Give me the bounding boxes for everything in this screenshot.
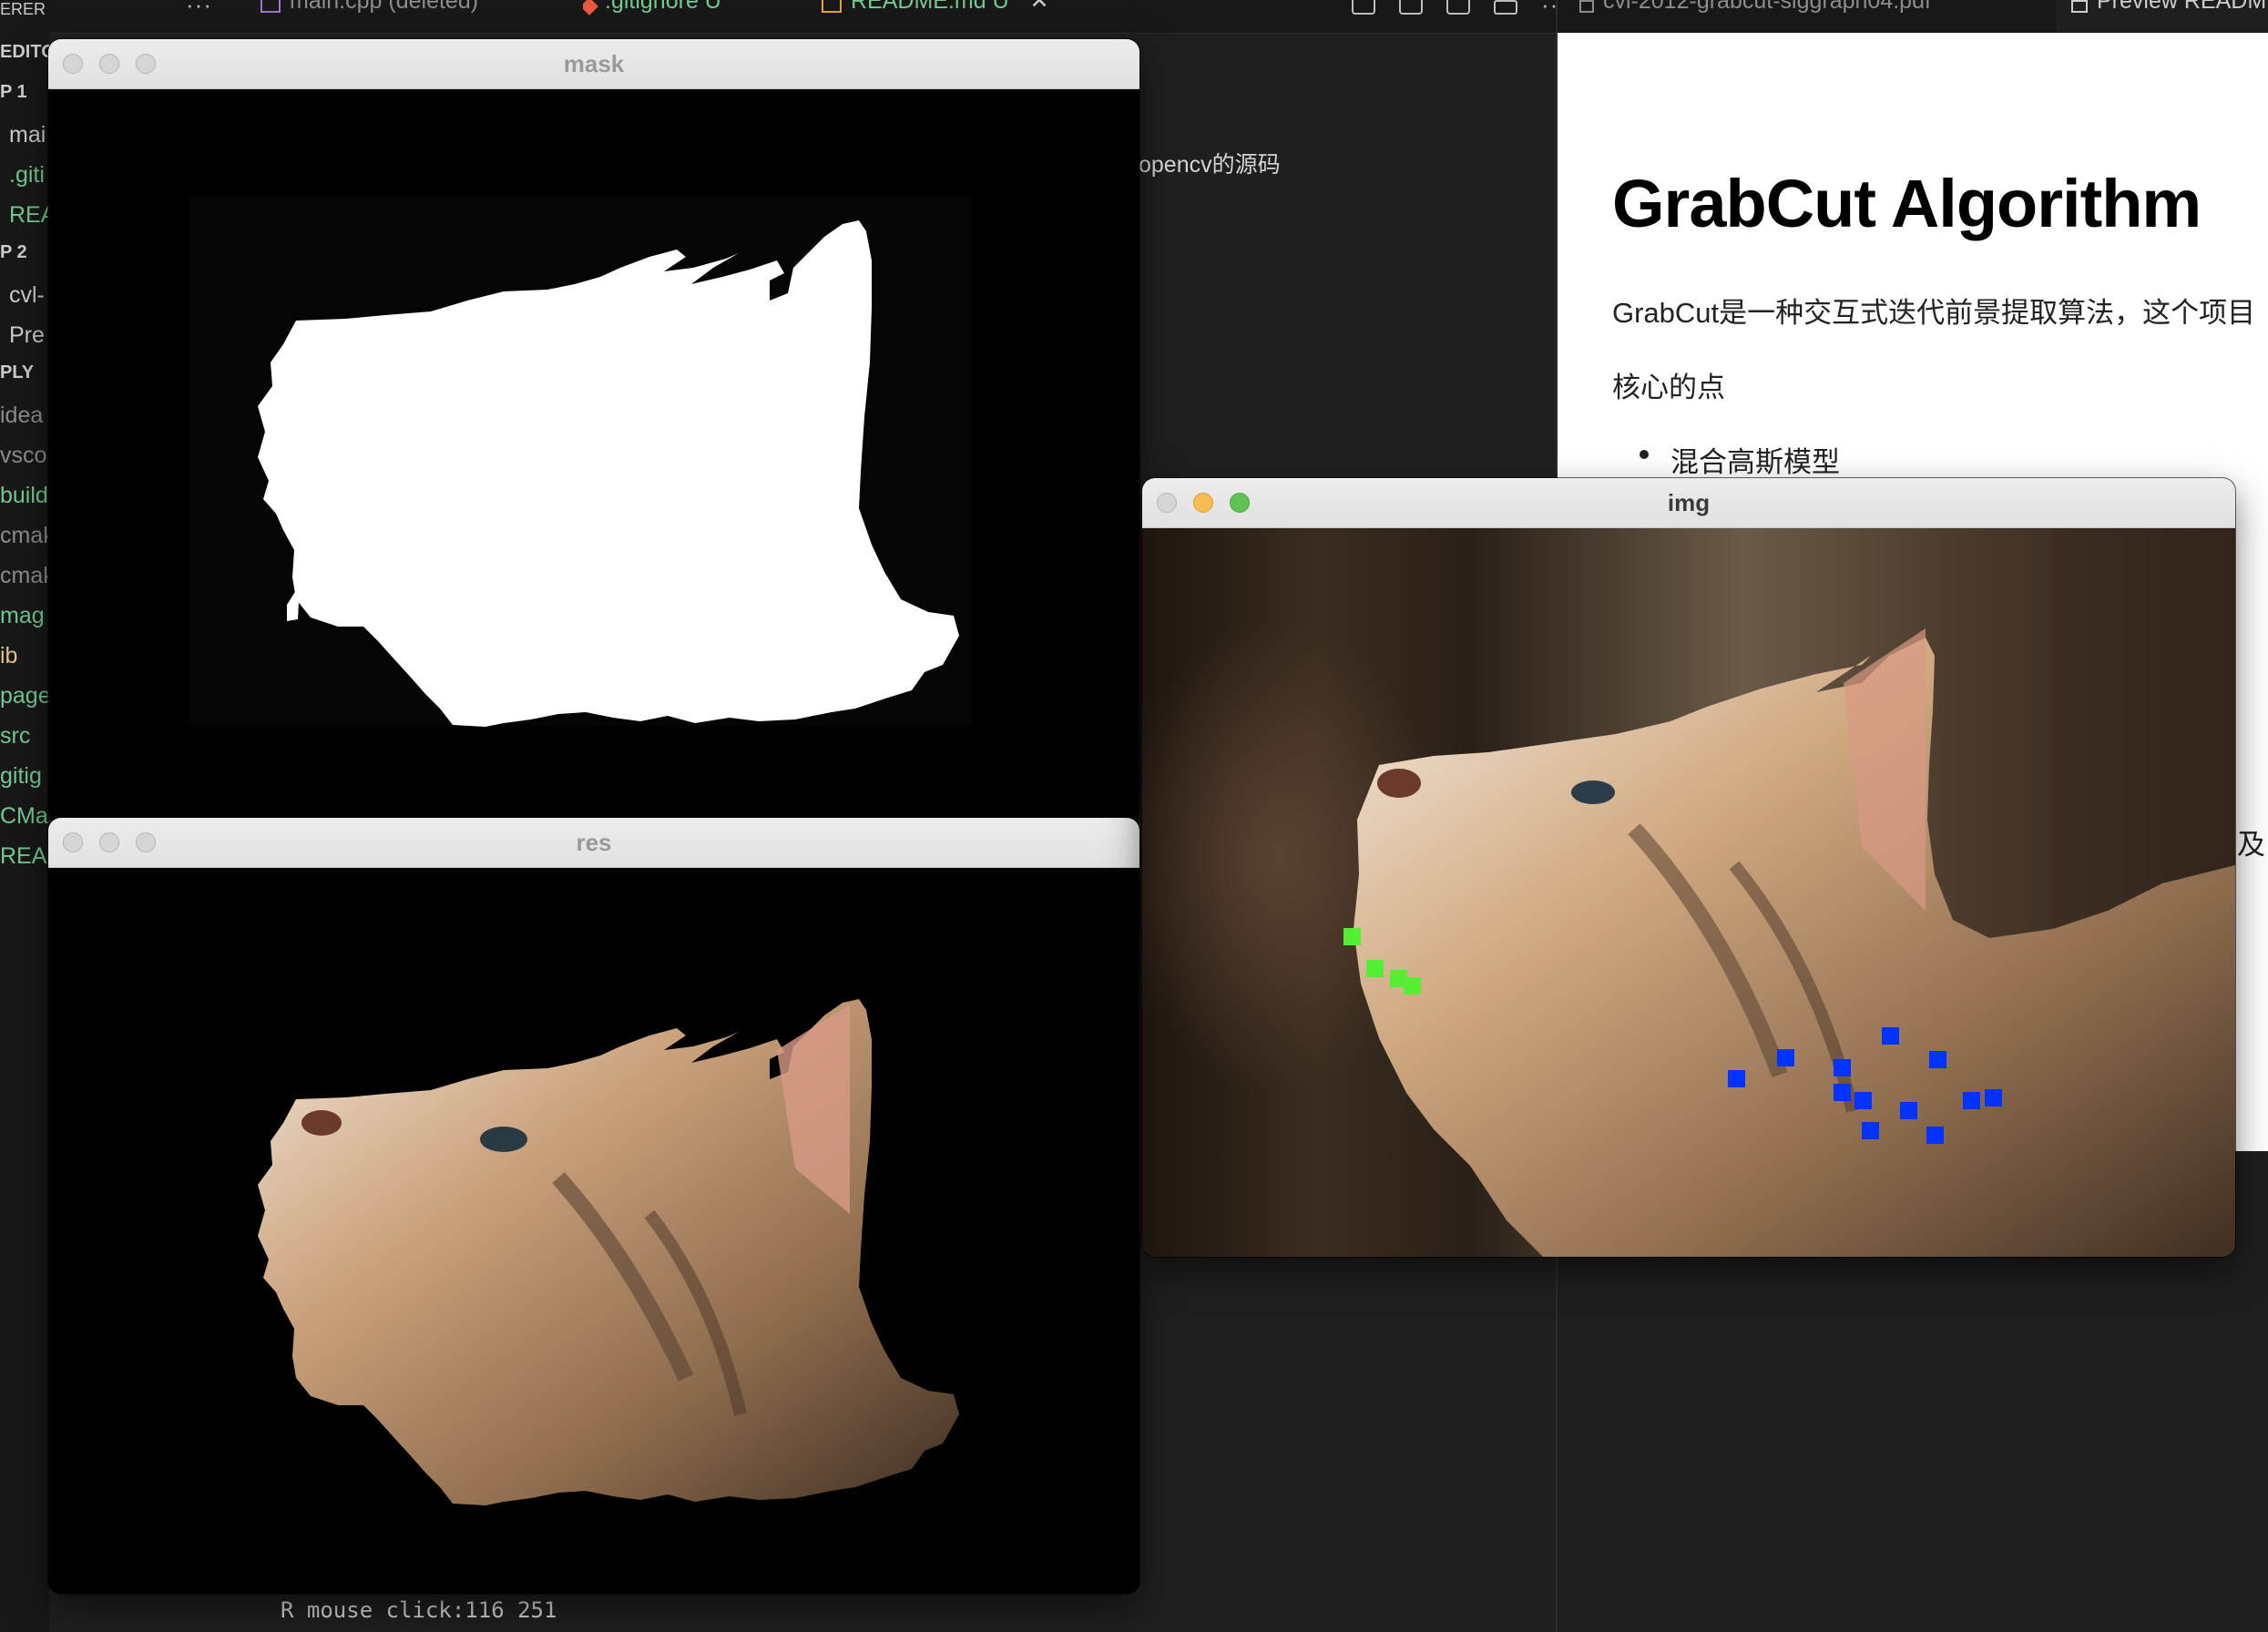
img-window[interactable]: img [1142,478,2235,1257]
tab-pdf[interactable]: cvl-2012-grabcut-siggraph04.pdf [1579,0,2035,33]
scribble-markers [1343,928,2002,1144]
editor-tab-bar: main.cpp (deleted) .gitignore U README.m… [49,0,1567,34]
window-titlebar[interactable]: img [1142,478,2235,528]
tab-label: README.md U [851,0,1009,14]
preview-icon [2071,0,2088,13]
explorer-item[interactable]: P 2 [0,242,27,263]
background-marker [1862,1122,1879,1139]
tab-label: Preview READM [2097,0,2267,14]
res-image[interactable] [48,868,1139,1594]
tab-main-cpp[interactable]: main.cpp (deleted) [261,0,598,33]
explorer-item[interactable]: REA [9,202,49,229]
markdown-icon [822,0,842,13]
explorer-sidebar: ERER EDITO P 1 mai .giti REA P 2 cvl- Pre PLY id… [0,0,50,1632]
preview-list-item: 混合高斯模型 [1670,446,1840,478]
preview-paragraph: 核心的点 [1612,372,1725,403]
explorer-item[interactable]: mai [9,122,46,148]
explorer-header: ERER [0,0,46,18]
explorer-item[interactable]: gitig [0,763,42,790]
explorer-item[interactable]: idea [0,403,43,429]
background-marker [1777,1049,1794,1066]
explorer-item[interactable]: ib [0,643,17,669]
explorer-item[interactable]: cmak [0,563,49,589]
window-title: res [576,829,612,856]
mask-window[interactable]: mask [48,39,1139,822]
foreground-marker [1404,977,1421,994]
explorer-item[interactable]: cvl- [9,282,45,309]
window-titlebar[interactable]: mask [48,39,1139,89]
file-icon [1579,0,1594,13]
editor-text-line: opencv的源码 [1139,152,1281,178]
background-marker [1926,1127,1944,1144]
background-marker [1963,1092,1980,1109]
compare-icon[interactable] [1399,0,1423,15]
explorer-item[interactable]: READ [0,843,49,870]
explorer-item[interactable]: PLY [0,362,34,383]
explorer-item[interactable]: build [0,483,48,509]
window-title: mask [563,50,625,77]
explorer-item[interactable]: src [0,723,30,750]
close-icon[interactable]: ✕ [1030,0,1049,14]
background-marker [1882,1027,1899,1045]
explorer-item[interactable]: vsco [0,443,46,469]
open-editors-header[interactable]: EDITO [0,42,49,63]
explorer-item[interactable]: Pre [9,322,45,349]
preview-tab-bar: cvl-2012-grabcut-siggraph04.pdf Preview … [1558,0,2268,33]
open-changes-icon[interactable] [1352,0,1375,15]
foreground-marker [1366,960,1384,977]
mask-image[interactable] [48,89,1139,822]
explorer-item[interactable]: mag [0,603,45,629]
explorer-item[interactable]: page [0,683,49,709]
preview-icon[interactable] [1446,0,1470,15]
background-marker [1854,1092,1872,1109]
preview-paragraph: GrabCut是一种交互式迭代前景提取算法，这个项目 [1612,297,2256,329]
tab-gitignore[interactable]: .gitignore U [583,0,847,33]
more-icon[interactable]: ··· [186,0,212,19]
explorer-item[interactable]: .giti [9,162,45,189]
background-marker [1929,1051,1946,1068]
git-icon [583,0,598,15]
explorer-item[interactable]: CMak [0,803,49,830]
window-titlebar[interactable]: res [48,818,1139,868]
mask-silhouette [189,197,972,727]
window-title: img [1667,489,1711,516]
background-marker [1900,1102,1917,1119]
background-marker [1834,1084,1851,1101]
tab-label: cvl-2012-grabcut-siggraph04.pdf [1603,0,1931,14]
background-marker [1728,1070,1745,1087]
explorer-item[interactable]: P 1 [0,82,27,103]
cat-cutout [258,999,959,1505]
res-window[interactable]: res [48,818,1139,1594]
bullet-icon [1640,450,1649,459]
tab-readme[interactable]: README.md U ✕ [822,0,1131,33]
background-marker [1985,1089,2002,1107]
background-marker [1834,1059,1851,1076]
preview-title: GrabCut Algorithm [1612,166,2202,241]
tab-label: main.cpp (deleted) [290,0,479,14]
explorer-item[interactable]: cmak [0,523,49,549]
tab-preview-readme[interactable]: Preview READM [2057,0,2268,33]
terminal-output: R mouse click:116 251 [281,1597,557,1623]
tab-label: .gitignore U [605,0,721,14]
split-editor-icon[interactable] [1494,0,1517,15]
cpp-icon [261,0,281,13]
foreground-marker [1343,928,1361,945]
img-canvas[interactable] [1142,528,2235,1257]
preview-text-fragment: 及 [2237,829,2265,861]
